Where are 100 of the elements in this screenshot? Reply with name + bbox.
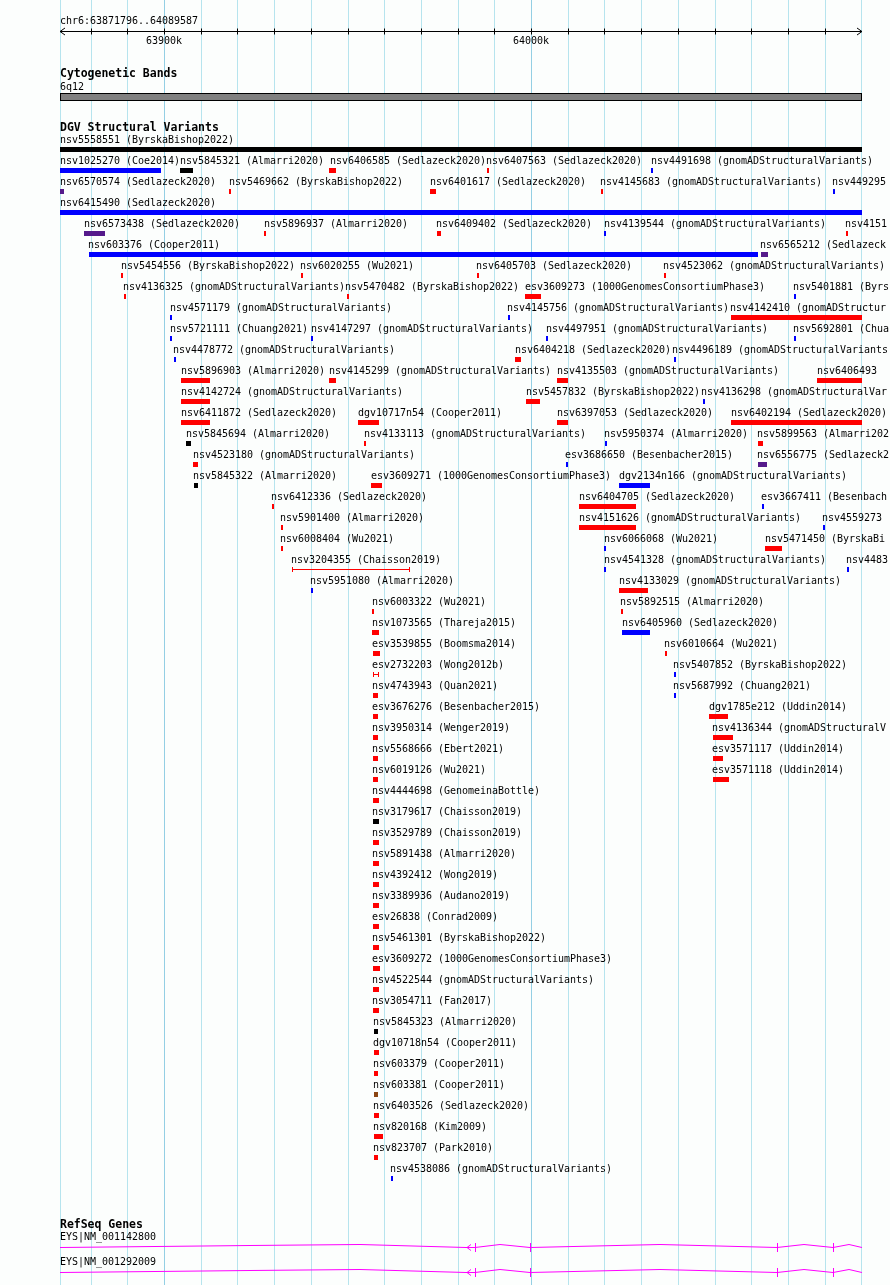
variant-bar[interactable] <box>761 252 768 257</box>
variant-label: nsv4743943 (Quan2021) <box>372 679 498 692</box>
variant-label: nsv6415490 (Sedlazeck2020) <box>60 196 216 209</box>
variant-bar[interactable] <box>374 1050 379 1055</box>
variant-bar[interactable] <box>373 693 378 698</box>
gene-model-drawing[interactable] <box>60 1243 862 1252</box>
variant-bar[interactable] <box>373 777 378 782</box>
variant-bar[interactable] <box>373 819 379 824</box>
variant-bar[interactable] <box>60 168 161 173</box>
variant-bar[interactable] <box>731 315 862 320</box>
variant-bar[interactable] <box>60 147 862 152</box>
variant-bar[interactable] <box>374 1155 378 1160</box>
variant-bar[interactable] <box>374 1134 383 1139</box>
variant-bar[interactable] <box>373 798 379 803</box>
variant-bar[interactable] <box>373 651 380 656</box>
variant-bar[interactable] <box>329 168 336 173</box>
variant-bar[interactable] <box>430 189 436 194</box>
variant-bar[interactable] <box>374 1092 378 1097</box>
variant-bar[interactable] <box>60 210 862 215</box>
variant-bar[interactable] <box>358 420 379 425</box>
variant-bar[interactable] <box>713 756 723 761</box>
variant-label: nsv5845321 (Almarri2020) <box>180 154 324 167</box>
variant-bar[interactable] <box>373 756 378 761</box>
variant-range-bar[interactable] <box>373 672 379 677</box>
variant-label: nsv4491698 (gnomADStructuralVariants) <box>651 154 874 167</box>
variant-bar[interactable] <box>373 840 379 845</box>
variant-label: nsv1025270 (Coe2014) <box>60 154 180 167</box>
variant-label: dgv1785e212 (Uddin2014) <box>709 700 847 713</box>
gene-model-drawing[interactable] <box>60 1268 862 1277</box>
variant-bar[interactable] <box>758 462 767 467</box>
variant-bar[interactable] <box>557 420 568 425</box>
variant-label: nsv5401881 (Byrs <box>793 280 889 293</box>
variant-bar[interactable] <box>817 378 862 383</box>
variant-bar[interactable] <box>371 483 382 488</box>
variant-bar[interactable] <box>60 189 64 194</box>
variant-label: nsv820168 (Kim2009) <box>373 1120 487 1133</box>
variant-label: nsv3054711 (Fan2017) <box>372 994 492 1007</box>
variant-bar[interactable] <box>713 735 733 740</box>
variant-bar[interactable] <box>731 420 862 425</box>
variant-bar[interactable] <box>186 441 191 446</box>
variant-bar[interactable] <box>84 231 105 236</box>
variant-bar[interactable] <box>525 294 541 299</box>
variant-bar[interactable] <box>373 861 379 866</box>
variant-bar[interactable] <box>373 924 379 929</box>
tick-label: 63900k <box>146 34 182 47</box>
variant-label: nsv6403526 (Sedlazeck2020) <box>373 1099 529 1112</box>
variant-label: nsv6402194 (Sedlazeck2020) <box>731 406 887 419</box>
variant-label: esv3609273 (1000GenomesConsortiumPhase3) <box>525 280 766 293</box>
variant-bar[interactable] <box>373 945 379 950</box>
variant-bar[interactable] <box>622 630 650 635</box>
variant-bar[interactable] <box>579 525 636 530</box>
variant-label: nsv5687992 (Chuang2021) <box>673 679 811 692</box>
variant-bar[interactable] <box>579 504 636 509</box>
variant-label: esv3686650 (Besenbacher2015) <box>565 448 733 461</box>
variant-range-bar[interactable] <box>292 567 410 572</box>
variant-bar[interactable] <box>181 399 210 404</box>
variant-bar[interactable] <box>373 966 380 971</box>
variant-label: nsv5896937 (Almarri2020) <box>264 217 408 230</box>
variant-label: nsv5950374 (Almarri2020) <box>604 427 748 440</box>
variant-bar[interactable] <box>373 714 378 719</box>
variant-bar[interactable] <box>373 903 379 908</box>
variant-label: nsv4133029 (gnomADStructuralVariants) <box>619 574 842 587</box>
variant-bar[interactable] <box>180 168 193 173</box>
variant-label: nsv5461301 (ByrskaBishop2022) <box>372 931 546 944</box>
variant-bar[interactable] <box>89 252 758 257</box>
variant-bar[interactable] <box>437 231 441 236</box>
variant-bar[interactable] <box>372 630 379 635</box>
variant-label: nsv4147297 (gnomADStructuralVariants) <box>311 322 534 335</box>
variant-bar[interactable] <box>709 714 728 719</box>
variant-bar[interactable] <box>515 357 521 362</box>
variant-bar[interactable] <box>181 420 210 425</box>
variant-bar[interactable] <box>194 483 198 488</box>
variant-label: nsv4151626 (gnomADStructuralVariants) <box>579 511 802 524</box>
variant-bar[interactable] <box>193 462 198 467</box>
variant-bar[interactable] <box>373 987 379 992</box>
variant-bar[interactable] <box>181 378 210 383</box>
variant-label: nsv4151 <box>845 217 887 230</box>
variant-label: nsv4392412 (Wong2019) <box>372 868 498 881</box>
variant-bar[interactable] <box>373 735 378 740</box>
variant-bar[interactable] <box>619 588 648 593</box>
variant-bar[interactable] <box>374 1113 379 1118</box>
variant-label: dgv10717n54 (Cooper2011) <box>358 406 502 419</box>
variant-label: nsv5891438 (Almarri2020) <box>372 847 516 860</box>
variant-bar[interactable] <box>374 1029 378 1034</box>
variant-bar[interactable] <box>526 399 540 404</box>
track-title: RefSeq Genes <box>60 1218 143 1231</box>
variant-bar[interactable] <box>557 378 568 383</box>
variant-bar[interactable] <box>329 378 336 383</box>
variant-label: nsv5845694 (Almarri2020) <box>186 427 330 440</box>
variant-label: nsv3179617 (Chaisson2019) <box>372 805 522 818</box>
variant-bar[interactable] <box>713 777 729 782</box>
variant-label: nsv6565212 (Sedlazeck <box>760 238 886 251</box>
variant-label: nsv4136298 (gnomADStructuralVar <box>701 385 888 398</box>
variant-bar[interactable] <box>765 546 782 551</box>
variant-bar[interactable] <box>373 882 379 887</box>
variant-label: nsv4497951 (gnomADStructuralVariants) <box>546 322 769 335</box>
variant-bar[interactable] <box>373 1008 379 1013</box>
variant-bar[interactable] <box>374 1071 378 1076</box>
variant-bar[interactable] <box>619 483 650 488</box>
variant-bar[interactable] <box>758 441 763 446</box>
